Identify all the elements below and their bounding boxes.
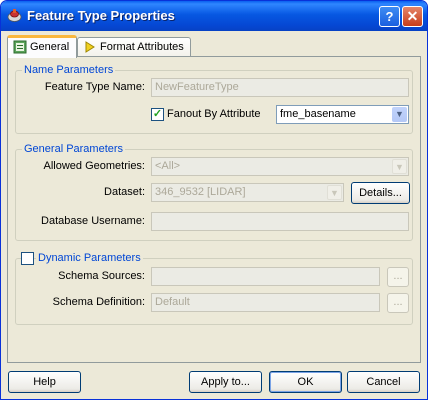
- general-parameters-group: General Parameters Allowed Geometries: <…: [15, 143, 413, 241]
- feature-type-properties-dialog: Feature Type Properties ? ✕ General Form…: [0, 0, 428, 400]
- ok-button[interactable]: OK: [269, 371, 342, 393]
- name-parameters-legend: Name Parameters: [22, 64, 116, 76]
- tab-format-attributes-label: Format Attributes: [100, 41, 184, 53]
- tab-general-label: General: [30, 41, 70, 53]
- tab-format-attributes[interactable]: Format Attributes: [77, 37, 191, 57]
- chevron-down-icon[interactable]: ▼: [392, 159, 407, 174]
- feature-type-name-label: Feature Type Name:: [44, 81, 145, 93]
- allowed-geometries-value: <All>: [155, 160, 181, 172]
- apply-to-button[interactable]: Apply to...: [189, 371, 262, 393]
- fanout-attribute-select[interactable]: fme_basename ▼: [276, 105, 409, 124]
- title-help-button[interactable]: ?: [379, 6, 400, 27]
- dynamic-parameters-legend[interactable]: Dynamic Parameters: [36, 252, 143, 264]
- schema-sources-label: Schema Sources:: [58, 270, 145, 282]
- dynamic-parameters-checkbox[interactable]: [21, 252, 34, 265]
- chevron-down-icon[interactable]: ▼: [327, 185, 342, 200]
- schema-sources-field[interactable]: [151, 267, 380, 286]
- chevron-down-icon[interactable]: ▼: [392, 107, 407, 122]
- general-parameters-legend: General Parameters: [22, 143, 126, 155]
- fanout-attribute-value: fme_basename: [280, 108, 356, 120]
- schema-definition-field[interactable]: Default: [151, 293, 380, 312]
- dialog-title: Feature Type Properties: [27, 8, 175, 23]
- database-username-field[interactable]: [151, 212, 409, 231]
- cancel-button[interactable]: Cancel: [347, 371, 420, 393]
- title-close-button[interactable]: ✕: [402, 6, 423, 27]
- fanout-checkbox[interactable]: ✓: [151, 108, 164, 121]
- general-tab-icon: [13, 40, 27, 54]
- dataset-label: Dataset:: [104, 186, 145, 198]
- app-icon: [7, 9, 22, 22]
- format-attributes-icon: [85, 41, 95, 53]
- name-parameters-group: Name Parameters Feature Type Name: NewFe…: [15, 64, 413, 134]
- dynamic-parameters-group: Dynamic Parameters Schema Sources: ... S…: [15, 252, 413, 325]
- schema-definition-label: Schema Definition:: [52, 296, 145, 308]
- help-button[interactable]: Help: [8, 371, 81, 393]
- database-username-label: Database Username:: [41, 215, 145, 227]
- fanout-label[interactable]: Fanout By Attribute: [167, 108, 261, 120]
- general-tab-panel: Name Parameters Feature Type Name: NewFe…: [7, 56, 421, 363]
- dataset-value: 346_9532 [LIDAR]: [155, 186, 246, 198]
- tab-general[interactable]: General: [7, 35, 77, 58]
- button-bar: Help Apply to... OK Cancel: [1, 363, 427, 399]
- feature-type-name-field[interactable]: NewFeatureType: [151, 78, 409, 97]
- schema-definition-browse-button[interactable]: ...: [387, 293, 409, 313]
- details-button[interactable]: Details...: [351, 182, 410, 204]
- dataset-select[interactable]: 346_9532 [LIDAR] ▼: [151, 183, 344, 202]
- allowed-geometries-label: Allowed Geometries:: [43, 160, 146, 172]
- schema-sources-browse-button[interactable]: ...: [387, 267, 409, 287]
- allowed-geometries-select[interactable]: <All> ▼: [151, 157, 409, 176]
- title-bar[interactable]: Feature Type Properties ? ✕: [1, 1, 427, 31]
